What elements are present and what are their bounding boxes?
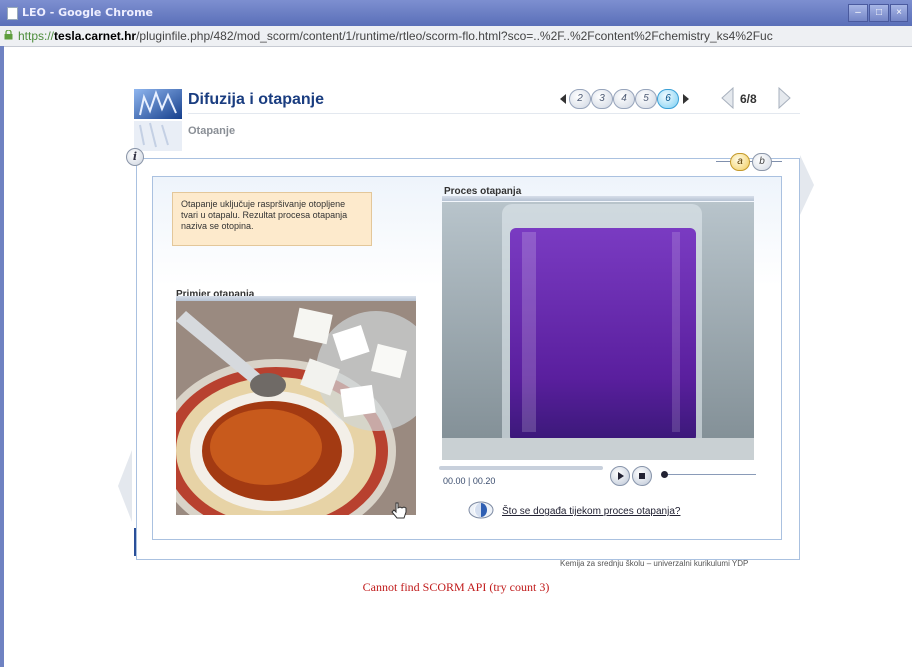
address-bar[interactable]: https://tesla.carnet.hr/pluginfile.php/4… [0, 26, 912, 47]
video-time: 00.00 | 00.20 [443, 476, 496, 486]
url-text[interactable]: https://tesla.carnet.hr/pluginfile.php/4… [18, 29, 773, 43]
pager-prev-icon[interactable] [560, 94, 566, 104]
url-protocol: https:// [18, 29, 55, 43]
lesson-title: Difuzija i otapanje [188, 91, 325, 108]
window-left-border [0, 46, 4, 667]
close-button[interactable]: × [890, 4, 908, 22]
tab-a[interactable]: a [730, 153, 750, 171]
play-icon [618, 472, 624, 480]
lesson-subtitle: Otapanje [188, 125, 236, 137]
volume-slider[interactable] [664, 474, 756, 475]
next-screen-arrow[interactable] [800, 155, 814, 215]
window-title: LEO - Google Chrome [22, 6, 153, 19]
url-path: /pluginfile.php/482/mod_scorm/content/1/… [136, 29, 773, 43]
leo-logo-icon [134, 89, 182, 151]
info-icon[interactable]: i [126, 148, 144, 166]
window-titlebar: LEO - Google Chrome – □ × [0, 0, 912, 26]
intro-note: Otapanje uključuje raspršivanje otopljen… [172, 192, 372, 246]
hand-cursor-icon [391, 502, 407, 519]
lock-icon [4, 30, 13, 40]
minimize-button[interactable]: – [848, 4, 868, 22]
tea-sugar-illustration [176, 301, 416, 515]
lesson-container: Difuzija i otapanje Otapanje 2 3 4 5 6 6… [126, 85, 800, 560]
pager-page-active[interactable]: 6 [657, 89, 679, 109]
document-icon [7, 7, 18, 20]
previous-screen-arrow[interactable] [118, 450, 132, 522]
page-counter: 6/8 [740, 92, 757, 106]
pager-page[interactable]: 5 [635, 89, 657, 109]
header-divider [188, 113, 800, 114]
tab-b[interactable]: b [752, 153, 772, 171]
question-icon[interactable] [468, 501, 494, 519]
pager-page[interactable]: 4 [613, 89, 635, 109]
video-panel-bar [442, 196, 754, 201]
pager-page[interactable]: 3 [591, 89, 613, 109]
stop-icon [639, 473, 645, 479]
play-button[interactable] [610, 466, 630, 486]
volume-knob[interactable] [661, 471, 668, 478]
pager-page[interactable]: 2 [569, 89, 591, 109]
stop-button[interactable] [632, 466, 652, 486]
pager-next-icon[interactable] [683, 94, 689, 104]
page-back-icon[interactable] [720, 87, 734, 109]
question-link[interactable]: Što se događa tijekom proces otapanja? [502, 506, 680, 517]
video-seek-bar[interactable] [439, 466, 603, 470]
scorm-error-message: Cannot find SCORM API (try count 3) [362, 580, 550, 594]
tea-sugar-photo [176, 301, 416, 515]
beaker-solution-illustration [442, 202, 754, 460]
course-footer: Kemija za srednju školu – univerzalni ku… [560, 559, 749, 568]
page-forward-icon[interactable] [778, 87, 792, 109]
maximize-button[interactable]: □ [869, 4, 889, 22]
video-player[interactable] [442, 202, 754, 460]
url-host: tesla.carnet.hr [54, 29, 137, 43]
